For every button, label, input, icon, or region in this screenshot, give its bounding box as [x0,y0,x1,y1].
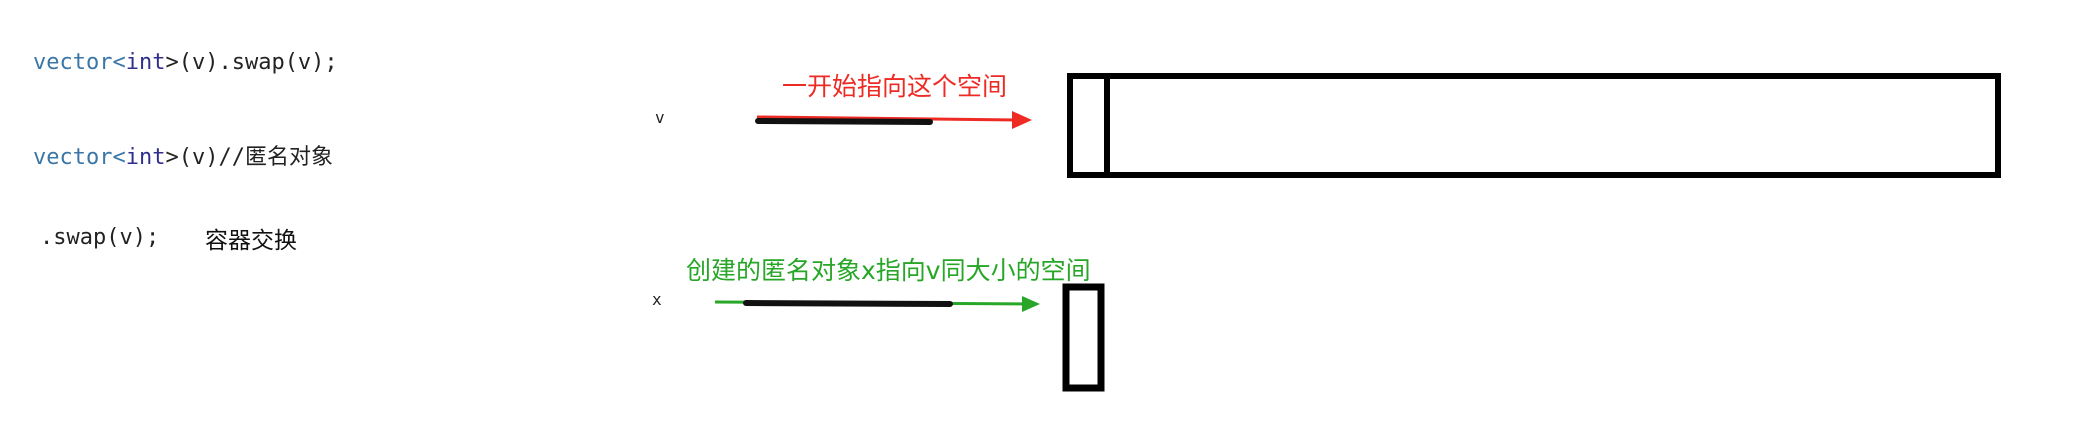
v-memory-block [1067,73,2001,178]
v-pointer-underline [755,118,933,125]
v-arrowhead [1012,111,1032,129]
x-arrowhead [1022,296,1040,312]
x-pointer-underline [743,300,953,307]
x-memory-block [1062,283,1105,392]
memory-diagram [714,73,2001,392]
